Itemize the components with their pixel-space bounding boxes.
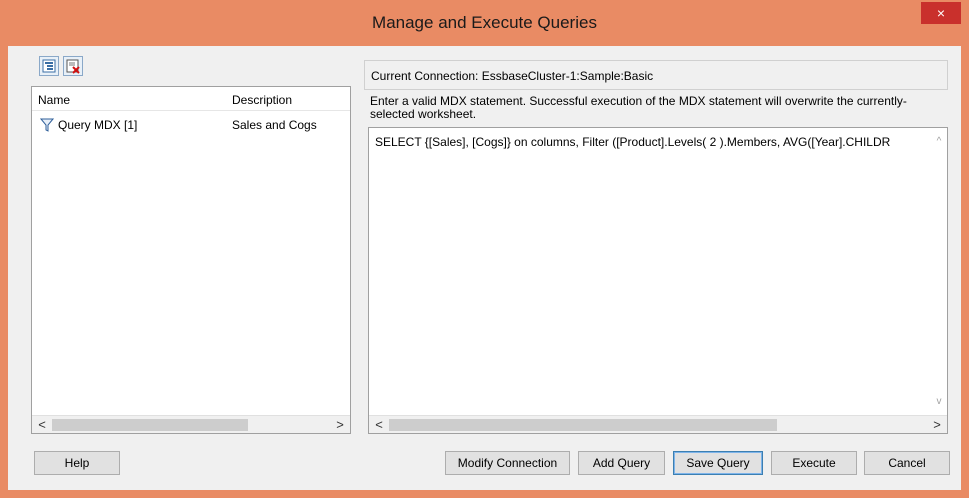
execute-button[interactable]: Execute — [771, 451, 857, 475]
scroll-thumb[interactable] — [52, 419, 248, 431]
filter-funnel-icon — [40, 118, 54, 132]
help-button[interactable]: Help — [34, 451, 120, 475]
tree-view-button[interactable] — [39, 56, 59, 76]
add-query-button[interactable]: Add Query — [578, 451, 665, 475]
scroll-right-arrow-icon[interactable]: > — [332, 417, 348, 433]
tree-view-icon — [42, 59, 56, 73]
tree-horizontal-scrollbar[interactable]: < > — [32, 415, 350, 433]
dialog-body: Name Description Query MDX [1] Sales and… — [8, 46, 961, 490]
editor-horizontal-scrollbar[interactable]: < > — [369, 415, 947, 433]
close-icon: × — [936, 5, 946, 21]
scroll-thumb[interactable] — [389, 419, 777, 431]
scroll-up-arrow-icon[interactable]: ^ — [933, 136, 945, 148]
current-connection-box: Current Connection: EssbaseCluster-1:Sam… — [364, 60, 948, 90]
dialog-window: Manage and Execute Queries × Name Descri… — [0, 0, 969, 498]
tree-header: Name Description — [32, 87, 350, 111]
dialog-title: Manage and Execute Queries — [372, 13, 597, 32]
save-query-button[interactable]: Save Query — [673, 451, 763, 475]
scroll-left-arrow-icon[interactable]: < — [34, 417, 50, 433]
query-name: Query MDX [1] — [58, 118, 138, 132]
modify-connection-button[interactable]: Modify Connection — [445, 451, 570, 475]
mdx-statement-text[interactable]: SELECT {[Sales], [Cogs]} on columns, Fil… — [375, 135, 935, 149]
scroll-right-arrow-icon[interactable]: > — [929, 417, 945, 433]
cancel-button[interactable]: Cancel — [864, 451, 950, 475]
close-button[interactable]: × — [921, 2, 961, 24]
scroll-left-arrow-icon[interactable]: < — [371, 417, 387, 433]
mdx-statement-editor[interactable]: SELECT {[Sales], [Cogs]} on columns, Fil… — [368, 127, 948, 434]
current-connection-label: Current Connection: EssbaseCluster-1:Sam… — [371, 69, 654, 83]
query-description: Sales and Cogs — [232, 118, 317, 132]
delete-query-icon — [66, 59, 80, 74]
column-header-name[interactable]: Name — [38, 93, 70, 107]
query-tree-panel[interactable]: Name Description Query MDX [1] Sales and… — [31, 86, 351, 434]
delete-query-button[interactable] — [63, 56, 83, 76]
column-header-description[interactable]: Description — [232, 93, 292, 107]
scroll-down-arrow-icon[interactable]: v — [933, 396, 945, 408]
mdx-instructions: Enter a valid MDX statement. Successful … — [370, 94, 907, 121]
tree-row[interactable]: Query MDX [1] Sales and Cogs — [32, 115, 350, 135]
title-bar[interactable]: Manage and Execute Queries × — [0, 0, 969, 46]
